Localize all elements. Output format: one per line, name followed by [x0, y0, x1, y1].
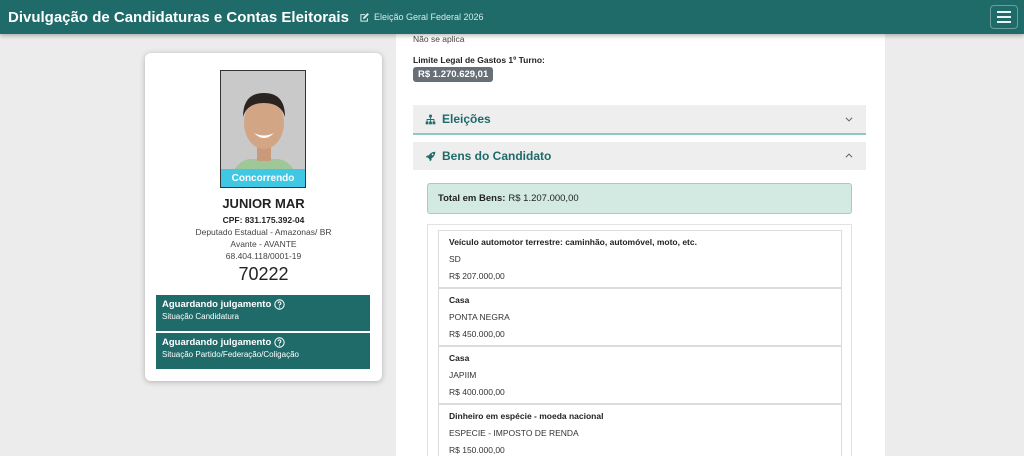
- asset-value: R$ 207.000,00: [449, 271, 505, 281]
- not-applicable-text: Não se aplica: [413, 34, 465, 44]
- election-name: Eleição Geral Federal 2026: [373, 12, 484, 22]
- candidate-name: JUNIOR MAR: [222, 196, 305, 211]
- candidate-card: Concorrendo JUNIOR MAR CPF: 831.175.392-…: [145, 53, 382, 381]
- help-circle-icon[interactable]: [274, 299, 285, 310]
- candidate-cnpj: 68.404.118/0001-19: [225, 251, 302, 261]
- app-title[interactable]: Divulgação de Candidaturas e Contas Elei…: [8, 9, 349, 26]
- candidacy-status: Aguardando julgamento Situação Candidatu…: [156, 295, 370, 331]
- edit-icon: [360, 12, 369, 22]
- asset-detail: JAPIIM: [449, 370, 477, 380]
- list-item: Dinheiro em espécie - moeda nacional ESP…: [438, 404, 842, 456]
- menu-toggle-button[interactable]: [990, 5, 1018, 29]
- list-item: Casa PONTA NEGRA R$ 450.000,00: [438, 288, 842, 346]
- assets-list: Veículo automotor terrestre: caminhão, a…: [427, 224, 852, 456]
- list-item: Veículo automotor terrestre: caminhão, a…: [438, 230, 842, 288]
- elections-accordion-label: Eleições: [442, 112, 491, 126]
- asset-description: Casa: [449, 295, 470, 305]
- candidate-office: Deputado Estadual - Amazonas/ BR: [195, 227, 332, 237]
- total-assets-value: R$ 1.207.000,00: [508, 193, 579, 204]
- asset-description: Dinheiro em espécie - moeda nacional: [449, 411, 604, 421]
- menu-icon: [997, 11, 1011, 13]
- spending-limit-value: R$ 1.270.629,01: [413, 67, 494, 82]
- asset-detail: SD: [449, 254, 461, 264]
- party-status-title: Aguardando julgamento: [162, 337, 272, 348]
- help-circle-icon[interactable]: [274, 337, 285, 348]
- asset-detail: ESPECIE - IMPOSTO DE RENDA: [449, 428, 579, 438]
- candidate-details-panel: Não se aplica Limite Legal de Gastos 1º …: [396, 34, 885, 456]
- list-item: Casa JAPIIM R$ 400.000,00: [438, 346, 842, 404]
- total-assets-label: Total em Bens:: [438, 193, 506, 204]
- spending-limit-label: Limite Legal de Gastos 1º Turno:: [413, 55, 545, 65]
- candidate-number: 70222: [238, 264, 289, 284]
- total-assets-box: Total em Bens: R$ 1.207.000,00: [427, 183, 852, 214]
- party-status-subtitle: Situação Partido/Federação/Coligação: [162, 350, 299, 359]
- asset-description: Veículo automotor terrestre: caminhão, a…: [449, 237, 697, 247]
- assets-accordion-header[interactable]: Bens do Candidato: [413, 142, 866, 170]
- candidacy-status-badge: Concorrendo: [221, 169, 305, 187]
- sitemap-icon: [425, 114, 436, 124]
- candidacy-status-subtitle: Situação Candidatura: [162, 312, 239, 321]
- chevron-up-icon: [845, 153, 853, 158]
- candidate-photo: Concorrendo: [220, 70, 306, 188]
- chevron-down-icon: [845, 117, 853, 122]
- rocket-icon: [425, 151, 436, 161]
- assets-accordion-label: Bens do Candidato: [442, 149, 552, 163]
- asset-description: Casa: [449, 353, 470, 363]
- asset-value: R$ 400.000,00: [449, 387, 505, 397]
- candidate-party: Avante - AVANTE: [230, 239, 297, 249]
- candidate-cpf: CPF: 831.175.392-04: [222, 215, 305, 225]
- asset-value: R$ 450.000,00: [449, 329, 505, 339]
- election-selector[interactable]: Eleição Geral Federal 2026: [359, 12, 484, 23]
- asset-value: R$ 150.000,00: [449, 445, 505, 455]
- elections-accordion-divider: [413, 133, 866, 135]
- top-navbar: Divulgação de Candidaturas e Contas Elei…: [0, 0, 1024, 34]
- asset-detail: PONTA NEGRA: [449, 312, 510, 322]
- party-status: Aguardando julgamento Situação Partido/F…: [156, 333, 370, 369]
- elections-accordion-header[interactable]: Eleições: [413, 105, 866, 133]
- candidacy-status-title: Aguardando julgamento: [162, 299, 272, 310]
